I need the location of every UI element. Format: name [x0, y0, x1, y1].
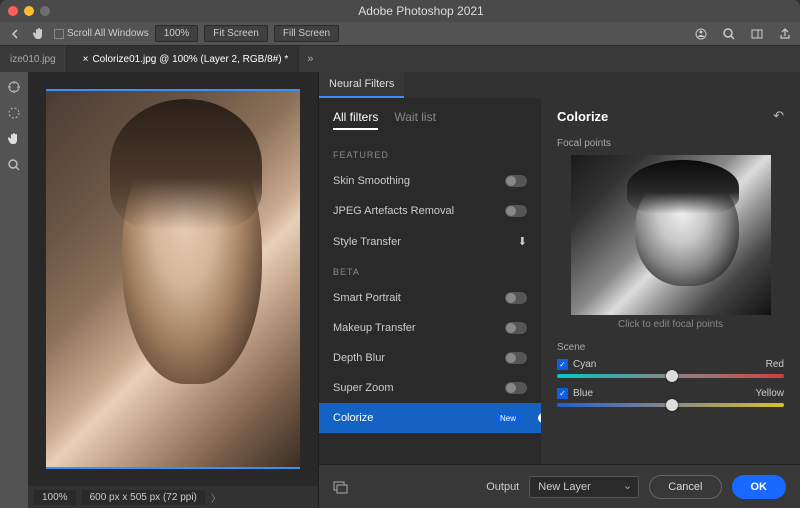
filter-style-transfer[interactable]: Style Transfer ⬇ [319, 226, 541, 257]
back-icon[interactable] [6, 25, 24, 43]
cloud-docs-icon[interactable] [692, 25, 710, 43]
document-tab-inactive[interactable]: ize010.jpg [0, 46, 67, 72]
canvas-area: 100% 600 px x 505 px (72 ppi) 〉 [28, 72, 318, 508]
filter-label: Depth Blur [333, 352, 385, 364]
target-icon[interactable] [5, 78, 23, 96]
close-window-icon[interactable] [8, 6, 18, 16]
checkbox-blue[interactable]: ✓ [557, 388, 568, 399]
settings-title: Colorize [557, 109, 608, 124]
new-badge: New [495, 413, 521, 424]
neural-filters-panel: Neural Filters All filters Wait list FEA… [318, 72, 800, 508]
filter-colorize[interactable]: Colorize New [319, 403, 541, 433]
slider-label-left: Blue [573, 388, 593, 399]
slider-blue-yellow: ✓ Blue Yellow [557, 388, 784, 407]
status-dimensions[interactable]: 600 px x 505 px (72 ppi) [82, 490, 205, 505]
fill-screen-button[interactable]: Fill Screen [274, 25, 339, 42]
scene-label: Scene [557, 342, 784, 353]
filter-label: Skin Smoothing [333, 175, 410, 187]
output-select[interactable]: New Layer [529, 476, 639, 498]
slider-knob[interactable] [666, 399, 678, 411]
zoom-level-button[interactable]: 100% [155, 25, 199, 42]
ok-button[interactable]: OK [732, 475, 787, 499]
hand-tool-icon[interactable] [30, 25, 48, 43]
options-bar: Scroll All Windows 100% Fit Screen Fill … [0, 22, 800, 46]
download-icon[interactable]: ⬇ [518, 235, 527, 248]
filter-label: JPEG Artefacts Removal [333, 205, 454, 217]
reset-icon[interactable]: ↶ [773, 108, 784, 124]
cancel-button[interactable]: Cancel [649, 475, 721, 499]
document-canvas[interactable] [28, 72, 318, 486]
focal-points-label: Focal points [557, 138, 784, 149]
layer-preview-icon[interactable] [333, 480, 349, 494]
tab-label: ize010.jpg [10, 54, 56, 65]
scroll-all-windows-checkbox[interactable]: Scroll All Windows [54, 28, 149, 39]
filter-skin-smoothing[interactable]: Skin Smoothing [319, 166, 541, 196]
slider-track[interactable] [557, 374, 784, 378]
slider-label-right: Red [766, 359, 784, 370]
toggle-icon[interactable] [505, 352, 527, 364]
slider-track[interactable] [557, 403, 784, 407]
select-value: New Layer [538, 481, 591, 493]
filter-jpeg-artefacts[interactable]: JPEG Artefacts Removal [319, 196, 541, 226]
tab-all-filters[interactable]: All filters [333, 110, 378, 130]
focal-preview[interactable] [571, 155, 771, 315]
panel-tab-neural-filters[interactable]: Neural Filters [319, 72, 404, 98]
window-titlebar: Adobe Photoshop 2021 [0, 0, 800, 22]
slider-label-left: Cyan [573, 359, 596, 370]
slider-knob[interactable] [666, 370, 678, 382]
filter-settings: Colorize ↶ Focal points Click to edit fo… [541, 98, 800, 464]
checkbox-cyan[interactable]: ✓ [557, 359, 568, 370]
filter-label: Super Zoom [333, 382, 394, 394]
toggle-icon[interactable] [505, 382, 527, 394]
filter-label: Colorize [333, 412, 373, 424]
focal-caption: Click to edit focal points [557, 319, 784, 330]
hand-icon[interactable] [5, 130, 23, 148]
minimize-window-icon[interactable] [24, 6, 34, 16]
status-zoom[interactable]: 100% [34, 490, 76, 505]
section-beta: BETA [319, 257, 541, 283]
filter-label: Makeup Transfer [333, 322, 416, 334]
zoom-icon[interactable] [5, 156, 23, 174]
filter-label: Style Transfer [333, 236, 401, 248]
toggle-icon[interactable] [505, 175, 527, 187]
tab-wait-list[interactable]: Wait list [394, 110, 436, 130]
document-tab-active[interactable]: ×Colorize01.jpg @ 100% (Layer 2, RGB/8#)… [67, 46, 300, 72]
slider-label-right: Yellow [755, 388, 784, 399]
filter-smart-portrait[interactable]: Smart Portrait [319, 283, 541, 313]
app-title: Adobe Photoshop 2021 [50, 4, 792, 18]
panel-footer: Output New Layer Cancel OK [319, 464, 800, 508]
toggle-icon[interactable] [505, 322, 527, 334]
filter-label: Smart Portrait [333, 292, 401, 304]
target-alt-icon[interactable] [5, 104, 23, 122]
document-image [46, 89, 300, 469]
toggle-icon[interactable] [505, 205, 527, 217]
output-label: Output [486, 481, 519, 493]
tab-label: Colorize01.jpg @ 100% (Layer 2, RGB/8#) … [92, 54, 288, 65]
status-arrow-icon[interactable]: 〉 [211, 490, 221, 505]
document-tabs: ize010.jpg ×Colorize01.jpg @ 100% (Layer… [0, 46, 800, 72]
slider-cyan-red: ✓ Cyan Red [557, 359, 784, 378]
filter-super-zoom[interactable]: Super Zoom [319, 373, 541, 403]
close-tab-icon[interactable]: × [83, 54, 89, 65]
maximize-window-icon[interactable] [40, 6, 50, 16]
tools-panel [0, 72, 28, 508]
filter-makeup-transfer[interactable]: Makeup Transfer [319, 313, 541, 343]
filter-depth-blur[interactable]: Depth Blur [319, 343, 541, 373]
scroll-all-label: Scroll All Windows [67, 28, 149, 39]
search-icon[interactable] [720, 25, 738, 43]
toggle-icon[interactable] [505, 292, 527, 304]
workspace-icon[interactable] [748, 25, 766, 43]
fit-screen-button[interactable]: Fit Screen [204, 25, 268, 42]
window-controls [8, 6, 50, 16]
status-bar: 100% 600 px x 505 px (72 ppi) 〉 [28, 486, 318, 508]
section-featured: FEATURED [319, 140, 541, 166]
share-icon[interactable] [776, 25, 794, 43]
filter-list: All filters Wait list FEATURED Skin Smoo… [319, 98, 541, 464]
tab-overflow-icon[interactable]: » [299, 46, 321, 72]
